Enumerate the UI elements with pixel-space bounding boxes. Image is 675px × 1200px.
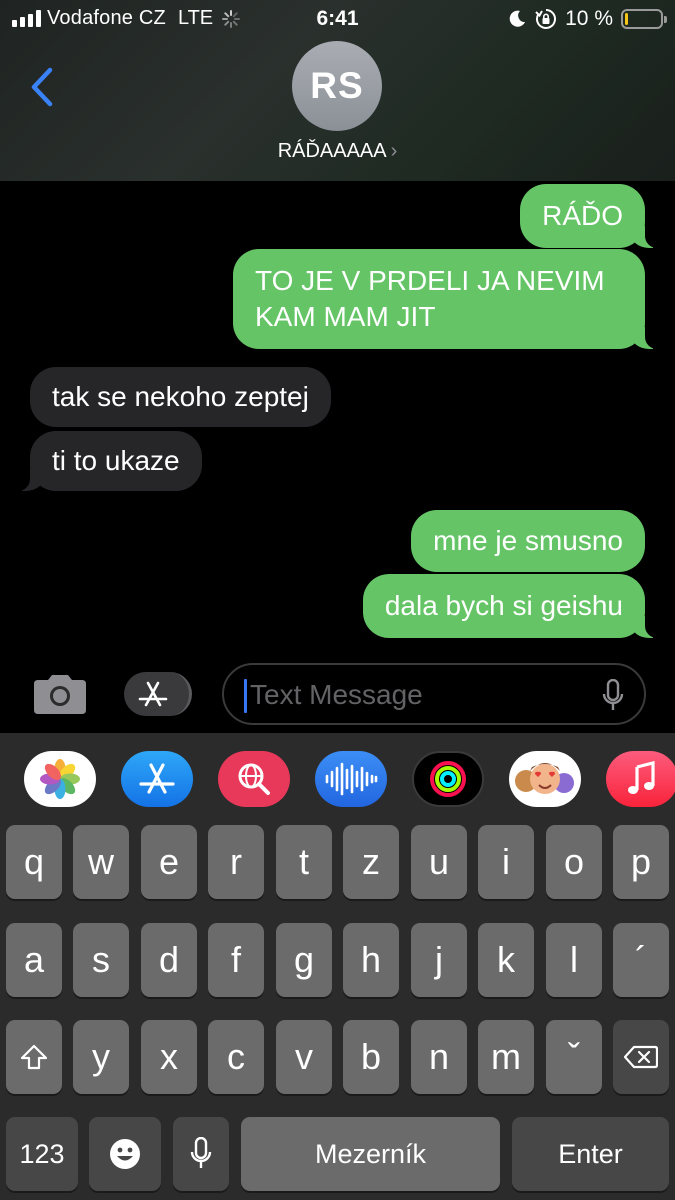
battery-percentage: 10 % <box>565 7 613 30</box>
key-9-row1[interactable]: p <box>613 825 669 899</box>
conversation-header: Vodafone CZ LTE 6:41 10 % RS RÁĎAAAAA › <box>0 0 675 181</box>
key-5-row2[interactable]: h <box>343 923 399 997</box>
message-input-field[interactable] <box>222 663 646 725</box>
back-chevron-icon[interactable] <box>26 66 58 108</box>
chevron-right-icon: › <box>390 140 398 162</box>
imessage-app-strip <box>0 733 675 825</box>
text-cursor <box>244 679 247 713</box>
key-8-row1[interactable]: o <box>546 825 602 899</box>
app-store-toggle-button[interactable] <box>124 672 192 716</box>
camera-icon[interactable] <box>30 672 90 716</box>
dictation-key[interactable] <box>173 1117 229 1191</box>
space-key[interactable]: Mezerník <box>241 1117 500 1191</box>
key-7-row3[interactable]: ˇ <box>546 1020 602 1094</box>
key-7-row1[interactable]: i <box>478 825 534 899</box>
key-5-row3[interactable]: n <box>411 1020 467 1094</box>
key-4-row1[interactable]: t <box>276 825 332 899</box>
contact-avatar[interactable]: RS <box>292 41 382 131</box>
delete-key[interactable] <box>613 1020 669 1094</box>
key-0-row3[interactable]: y <box>73 1020 129 1094</box>
app-store-app-icon[interactable] <box>121 751 193 807</box>
key-3-row3[interactable]: v <box>276 1020 332 1094</box>
key-1-row1[interactable]: w <box>73 825 129 899</box>
emoji-icon <box>110 1139 140 1169</box>
numbers-key[interactable]: 123 <box>6 1117 78 1191</box>
key-0-row2[interactable]: a <box>6 923 62 997</box>
key-6-row1[interactable]: u <box>411 825 467 899</box>
shift-arrow-icon <box>20 1044 48 1070</box>
music-icon[interactable] <box>606 751 675 807</box>
message-bubble-outgoing[interactable]: mne je smusno <box>411 510 645 572</box>
microphone-icon <box>190 1137 212 1168</box>
photos-icon[interactable] <box>24 751 96 807</box>
audio-message-icon[interactable] <box>315 751 387 807</box>
key-4-row3[interactable]: b <box>343 1020 399 1094</box>
activity-icon[interactable] <box>412 751 484 807</box>
key-7-row2[interactable]: k <box>478 923 534 997</box>
key-2-row1[interactable]: e <box>141 825 197 899</box>
app-store-icon <box>138 681 168 707</box>
keyboard-area: q w e r t z u i o p a s d f g h j k l ´ y x c v b n m ˇ 123 Mezerník E… <box>0 733 675 1200</box>
key-9-row2[interactable]: ´ <box>613 923 669 997</box>
battery-level-fill <box>625 13 628 25</box>
emoji-key[interactable] <box>89 1117 161 1191</box>
key-3-row1[interactable]: r <box>208 825 264 899</box>
enter-key[interactable]: Enter <box>512 1117 669 1191</box>
message-bubble-outgoing[interactable]: RÁĎO <box>520 184 667 248</box>
dictation-mic-icon[interactable] <box>602 679 624 713</box>
key-2-row3[interactable]: c <box>208 1020 264 1094</box>
contact-name-button[interactable]: RÁĎAAAAA › <box>0 140 675 163</box>
key-4-row2[interactable]: g <box>276 923 332 997</box>
key-6-row3[interactable]: m <box>478 1020 534 1094</box>
message-bubble-incoming[interactable]: tak se nekoho zeptej <box>30 367 331 427</box>
key-5-row1[interactable]: z <box>343 825 399 899</box>
key-2-row2[interactable]: d <box>141 923 197 997</box>
web-search-icon[interactable] <box>218 751 290 807</box>
contact-name: RÁĎAAAAA <box>277 140 387 162</box>
key-6-row2[interactable]: j <box>411 923 467 997</box>
message-bubble-incoming[interactable]: ti to ukaze <box>8 431 202 491</box>
key-1-row2[interactable]: s <box>73 923 129 997</box>
key-1-row3[interactable]: x <box>141 1020 197 1094</box>
backspace-icon <box>624 1045 658 1069</box>
battery-icon <box>621 9 667 29</box>
message-bubble-outgoing[interactable]: TO JE V PRDELI JA NEVIM KAM MAM JIT <box>233 249 667 349</box>
message-bubble-outgoing[interactable]: dala bych si geishu <box>362 574 668 638</box>
status-bar: Vodafone CZ LTE 6:41 10 % <box>0 0 675 38</box>
key-8-row2[interactable]: l <box>546 923 602 997</box>
key-3-row2[interactable]: f <box>208 923 264 997</box>
orientation-lock-icon <box>535 9 557 29</box>
message-input[interactable] <box>250 673 590 717</box>
do-not-disturb-moon-icon <box>509 10 526 27</box>
status-right: 10 % <box>507 7 667 31</box>
key-0-row1[interactable]: q <box>6 825 62 899</box>
memoji-icon[interactable] <box>509 751 581 807</box>
shift-key[interactable] <box>6 1020 62 1094</box>
